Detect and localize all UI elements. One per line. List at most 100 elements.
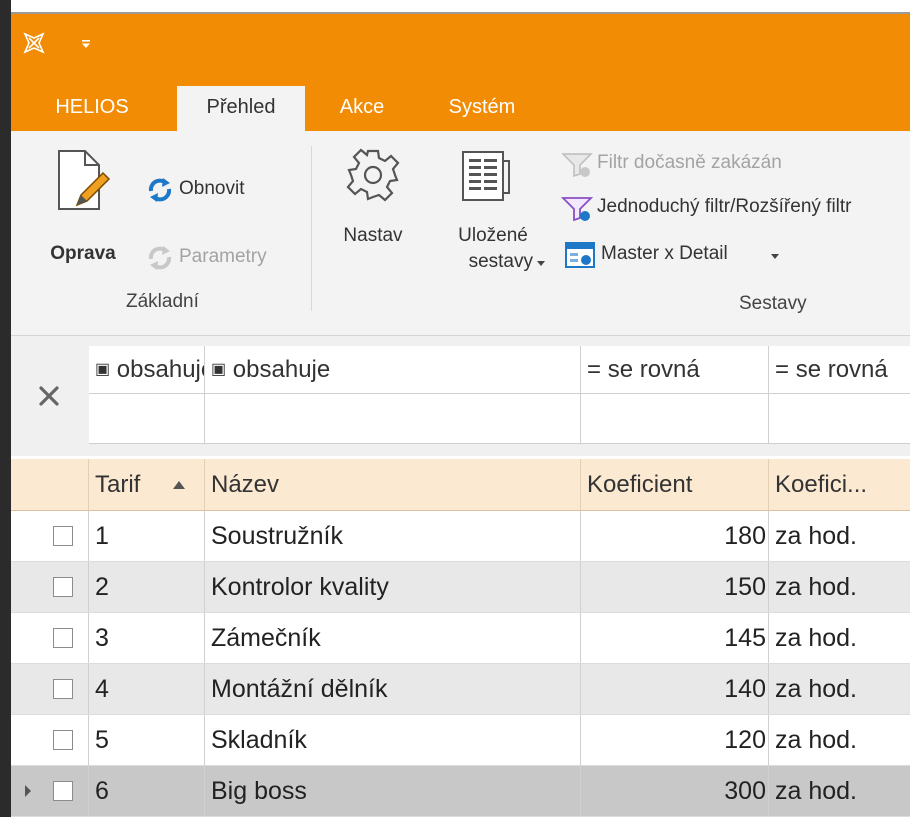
filter-operator-nazev[interactable]: ▣ obsahuje	[205, 346, 581, 394]
cell-koef[interactable]: 150	[581, 562, 769, 612]
row-selector[interactable]	[11, 562, 89, 612]
cell-koef[interactable]: 140	[581, 664, 769, 714]
row-checkbox[interactable]	[53, 730, 73, 750]
filter-operator-tarif[interactable]: ▣ obsahuje	[89, 346, 205, 394]
cell-nazev[interactable]: Zámečník	[205, 613, 581, 663]
table-row[interactable]: 2 Kontrolor kvality 150 za hod.	[11, 562, 910, 613]
cell-nazev[interactable]: Skladník	[205, 715, 581, 765]
parametry-label: Parametry	[179, 246, 267, 267]
ulozene-label-line2: sestavy	[468, 251, 533, 272]
row-selector[interactable]	[11, 613, 89, 663]
group-label-zakladni: Základní	[126, 291, 199, 312]
table-row[interactable]: 1 Soustružník 180 za hod.	[11, 511, 910, 562]
filter-contains-icon: ▣	[211, 361, 227, 378]
gear-icon	[346, 148, 400, 202]
row-checkbox[interactable]	[53, 526, 73, 546]
filter-value-koeficient[interactable]	[581, 394, 769, 444]
row-selector[interactable]	[11, 664, 89, 714]
cell-koef_typ[interactable]: za hod.	[769, 511, 910, 561]
helios-logo-icon[interactable]	[21, 30, 47, 56]
parametry-button[interactable]: Parametry	[144, 241, 304, 273]
filter-value-tarif[interactable]	[89, 394, 205, 444]
jednoduchy-filtr-button[interactable]: Jednoduchý filtr/Rozšířený filtr	[559, 193, 910, 223]
nastav-button[interactable]: Nastav	[333, 145, 413, 265]
ribbon-group-separator	[311, 146, 312, 311]
row-checkbox[interactable]	[53, 781, 73, 801]
row-checkbox[interactable]	[53, 577, 73, 597]
cell-koef_typ[interactable]: za hod.	[769, 613, 910, 663]
tab-system[interactable]: Systém	[427, 86, 537, 131]
ulozene-label-line1: Uložené	[458, 225, 528, 246]
filter-operator-koeficient[interactable]: = se rovná	[581, 346, 769, 394]
title-bar	[11, 14, 910, 74]
cell-koef[interactable]: 120	[581, 715, 769, 765]
group-label-sestavy: Sestavy	[739, 293, 807, 314]
cell-tarif[interactable]: 2	[89, 562, 205, 612]
master-detail-label: Master x Detail	[601, 243, 728, 264]
cell-koef_typ[interactable]: za hod.	[769, 715, 910, 765]
ribbon-tab-strip: HELIOS Přehled Akce Systém	[11, 74, 910, 131]
obnovit-label: Obnovit	[179, 178, 245, 199]
table-row[interactable]: 3 Zámečník 145 za hod.	[11, 613, 910, 664]
row-selector[interactable]	[11, 511, 89, 561]
cell-tarif[interactable]: 5	[89, 715, 205, 765]
filter-value-nazev[interactable]	[205, 394, 581, 444]
cell-koef_typ[interactable]: za hod.	[769, 664, 910, 714]
chevron-down-icon	[537, 261, 545, 266]
filter-operator-koeficient-typ-label: se rovná	[795, 356, 888, 383]
filter-equals-icon: =	[587, 356, 602, 383]
filter-panel: ▣ obsahuje ▣ obsahuje = se rovná = se ro…	[11, 336, 910, 456]
quick-access-dropdown-icon[interactable]	[79, 38, 93, 50]
cell-tarif[interactable]: 1	[89, 511, 205, 561]
column-header-tarif-label: Tarif	[95, 471, 141, 498]
oprava-button[interactable]: Oprava	[41, 147, 125, 277]
row-selector[interactable]	[11, 766, 89, 816]
current-row-indicator-icon	[25, 785, 31, 797]
filter-operator-koeficient-label: se rovná	[607, 356, 700, 383]
ulozene-sestavy-button[interactable]: Uložené sestavy	[435, 145, 545, 285]
close-icon	[39, 386, 59, 406]
cell-tarif[interactable]: 4	[89, 664, 205, 714]
filtr-docasne-zakazan-button[interactable]: Filtr dočasně zakázán	[559, 149, 910, 179]
filter-operator-koeficient-typ[interactable]: = se rovná	[769, 346, 910, 394]
tab-helios[interactable]: HELIOS	[39, 86, 145, 131]
cell-nazev[interactable]: Montážní dělník	[205, 664, 581, 714]
data-grid: Tarif Název Koeficient Koefici... 1 Soust…	[11, 459, 910, 817]
cell-nazev[interactable]: Kontrolor kvality	[205, 562, 581, 612]
row-checkbox[interactable]	[53, 679, 73, 699]
cell-nazev[interactable]: Big boss	[205, 766, 581, 816]
cell-tarif[interactable]: 3	[89, 613, 205, 663]
tab-akce[interactable]: Akce	[323, 86, 401, 131]
column-header-tarif[interactable]: Tarif	[89, 459, 205, 511]
column-header-nazev[interactable]: Název	[205, 459, 581, 511]
row-selector[interactable]	[11, 715, 89, 765]
obnovit-button[interactable]: Obnovit	[144, 173, 294, 205]
cell-koef_typ[interactable]: za hod.	[769, 562, 910, 612]
cell-koef[interactable]: 145	[581, 613, 769, 663]
filter-equals-icon: =	[775, 356, 790, 383]
sort-ascending-icon	[173, 481, 185, 489]
table-row[interactable]: 4 Montážní dělník 140 za hod.	[11, 664, 910, 715]
cell-tarif[interactable]: 6	[89, 766, 205, 816]
table-row[interactable]: 5 Skladník 120 za hod.	[11, 715, 910, 766]
jednoduchy-filtr-label: Jednoduchý filtr/Rozšířený filtr	[597, 196, 852, 217]
helios-app-window: HELIOS Přehled Akce Systém Oprava Obnovi…	[11, 14, 910, 817]
clear-filter-button[interactable]	[11, 336, 87, 456]
cell-koef_typ[interactable]: za hod.	[769, 766, 910, 816]
filter-contains-icon: ▣	[95, 361, 111, 378]
master-detail-button[interactable]: Master x Detail	[559, 237, 799, 271]
cell-nazev[interactable]: Soustružník	[205, 511, 581, 561]
filter-icon	[561, 153, 593, 178]
column-header-koeficient[interactable]: Koeficient	[581, 459, 769, 511]
tab-prehled[interactable]: Přehled	[177, 86, 305, 131]
cell-koef[interactable]: 180	[581, 511, 769, 561]
row-checkbox[interactable]	[53, 628, 73, 648]
cell-koef[interactable]: 300	[581, 766, 769, 816]
oprava-label: Oprava	[50, 243, 116, 264]
column-header-koeficient-typ[interactable]: Koefici...	[769, 459, 910, 511]
ribbon-panel: Oprava Obnovit Parametry Základní Nastav…	[11, 131, 910, 336]
grid-header-selector	[11, 459, 89, 511]
table-row[interactable]: 6 Big boss 300 za hod.	[11, 766, 910, 817]
filter-value-koeficient-typ[interactable]	[769, 394, 910, 444]
window-left-edge	[0, 0, 11, 817]
